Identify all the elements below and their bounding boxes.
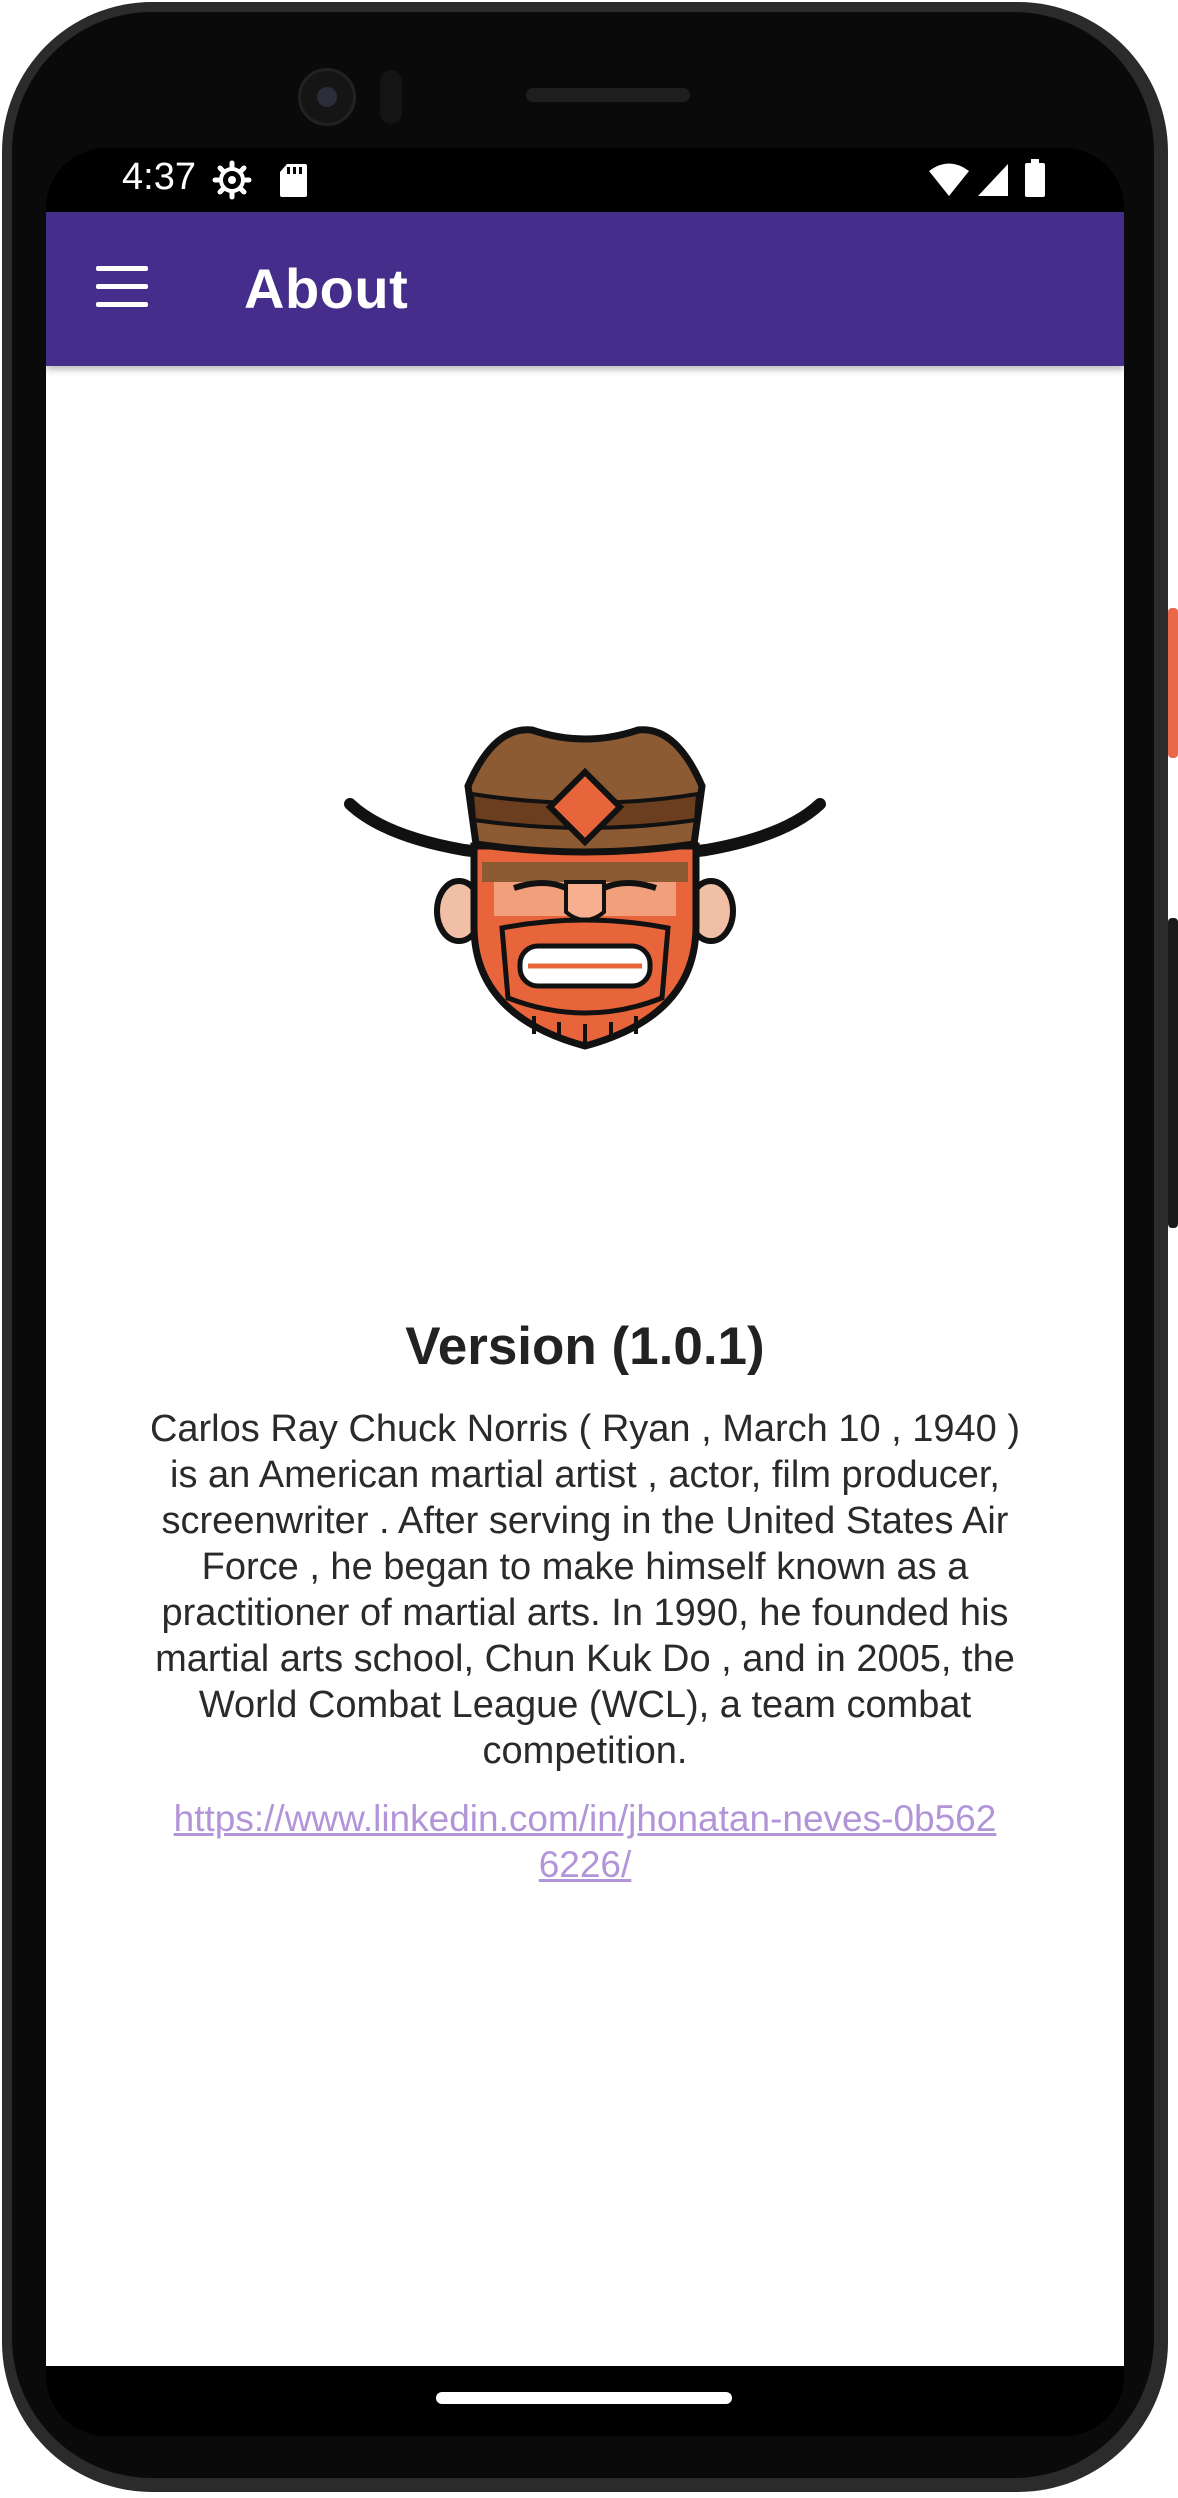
- about-description: Carlos Ray Chuck Norris ( Ryan , March 1…: [149, 1408, 1021, 1772]
- chuck-norris-cowboy-logo: [344, 726, 826, 1050]
- proximity-sensor: [380, 70, 402, 124]
- earpiece-speaker: [526, 88, 690, 102]
- settings-gear-icon: [212, 160, 252, 200]
- hamburger-menu-icon: [96, 266, 148, 271]
- status-time: 4:37: [122, 156, 196, 198]
- sd-card-icon: [280, 164, 307, 197]
- status-bar: 4:37: [46, 148, 1124, 212]
- gesture-nav-bar: [46, 2366, 1124, 2436]
- about-content: Version (1.0.1) Carlos Ray Chuck Norris …: [46, 366, 1124, 2366]
- linkedin-link[interactable]: https://www.linkedin.com/in/jhonatan-nev…: [166, 1796, 1004, 1888]
- hamburger-menu-icon: [96, 302, 148, 307]
- volume-button: [1168, 918, 1178, 1228]
- power-button: [1168, 608, 1178, 758]
- wifi-icon: [929, 163, 969, 196]
- home-indicator[interactable]: [436, 2392, 732, 2404]
- app-bar: About: [46, 212, 1124, 366]
- screen: 4:37 About Version (1.0.1) Carlos Ray Ch…: [46, 148, 1124, 2436]
- cell-signal-icon: [978, 164, 1008, 196]
- hamburger-menu-icon: [96, 284, 148, 289]
- battery-icon: [1025, 159, 1045, 197]
- app-bar-title: About: [244, 257, 409, 320]
- device: 4:37 About Version (1.0.1) Carlos Ray Ch…: [0, 0, 1178, 2498]
- menu-button[interactable]: [92, 260, 152, 314]
- front-camera: [298, 68, 356, 126]
- version-label: Version (1.0.1): [405, 1317, 765, 1376]
